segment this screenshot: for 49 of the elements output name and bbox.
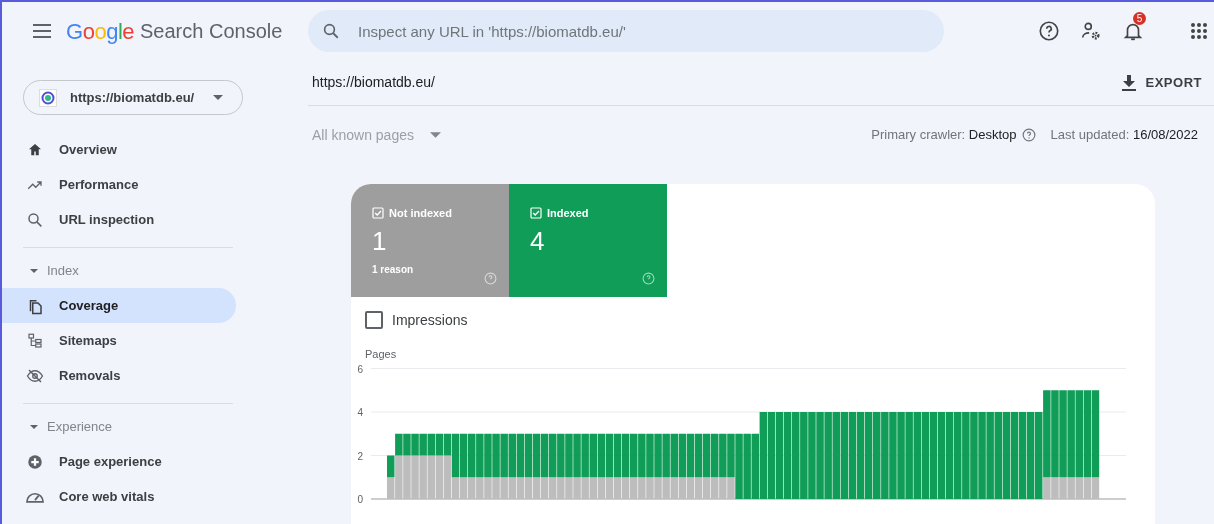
- sidebar-item[interactable]: Core web vitals: [2, 479, 236, 514]
- product-name: Search Console: [140, 19, 283, 44]
- tile-label: Not indexed: [389, 206, 452, 221]
- search-icon: [322, 22, 340, 40]
- dropdown-caret-icon: [213, 95, 223, 100]
- sidebar-item[interactable]: Performance: [2, 167, 236, 202]
- impressions-checkbox[interactable]: [365, 311, 383, 329]
- last-updated: Last updated: 16/08/2022: [1050, 126, 1198, 145]
- help-icon[interactable]: [1038, 20, 1060, 42]
- y-axis-title: Pages: [365, 347, 397, 361]
- impressions-label: Impressions: [392, 310, 468, 330]
- caret-icon: [30, 423, 38, 431]
- notification-count: 5: [1133, 12, 1146, 25]
- sidebar-item[interactable]: Overview: [2, 132, 236, 167]
- sidebar-item[interactable]: Page experience: [2, 444, 236, 479]
- caret-icon: [30, 267, 38, 275]
- search-icon: [26, 210, 44, 229]
- tile-value: 1: [372, 225, 387, 256]
- sidebar-item[interactable]: URL inspection: [2, 202, 236, 237]
- tile-value: 4: [530, 225, 545, 256]
- checkbox[interactable]: [530, 207, 542, 220]
- property-favicon-icon: [39, 88, 57, 107]
- sidebar-item[interactable]: Removals: [2, 358, 236, 393]
- search-field[interactable]: Inspect any URL in 'https://biomatdb.eu/': [308, 10, 944, 52]
- hidden-eye-icon: [26, 366, 44, 385]
- plus-circle-icon: [26, 452, 44, 471]
- checkbox[interactable]: [372, 207, 384, 220]
- apps-grid-icon[interactable]: [1190, 22, 1208, 40]
- help-icon[interactable]: [1021, 128, 1036, 142]
- sidebar-item[interactable]: Coverage: [2, 288, 236, 323]
- y-tick-label: 0: [357, 494, 363, 505]
- dropdown-caret-icon: [429, 132, 441, 138]
- tile-subtitle: 1 reason: [372, 262, 414, 277]
- y-tick-label: 4: [357, 407, 363, 418]
- tile-label: Indexed: [547, 206, 589, 221]
- y-tick-label: 2: [357, 450, 363, 462]
- menu-icon[interactable]: [33, 24, 51, 38]
- y-tick-label: 6: [357, 363, 363, 375]
- property-url: https://biomatdb.eu/: [312, 73, 435, 92]
- primary-crawler: Primary crawler: Desktop: [871, 126, 1017, 145]
- gauge-icon: [26, 490, 44, 503]
- product-logo: Google: [66, 17, 134, 46]
- export-button[interactable]: EXPORT: [1117, 67, 1206, 98]
- user-settings-icon[interactable]: [1080, 20, 1102, 42]
- download-icon: [1121, 74, 1136, 91]
- sidebar-item[interactable]: Sitemaps: [2, 323, 236, 358]
- status-tile[interactable]: Indexed 4: [509, 184, 667, 297]
- sitemap-icon: [26, 331, 44, 350]
- notifications-button[interactable]: 5: [1122, 12, 1148, 42]
